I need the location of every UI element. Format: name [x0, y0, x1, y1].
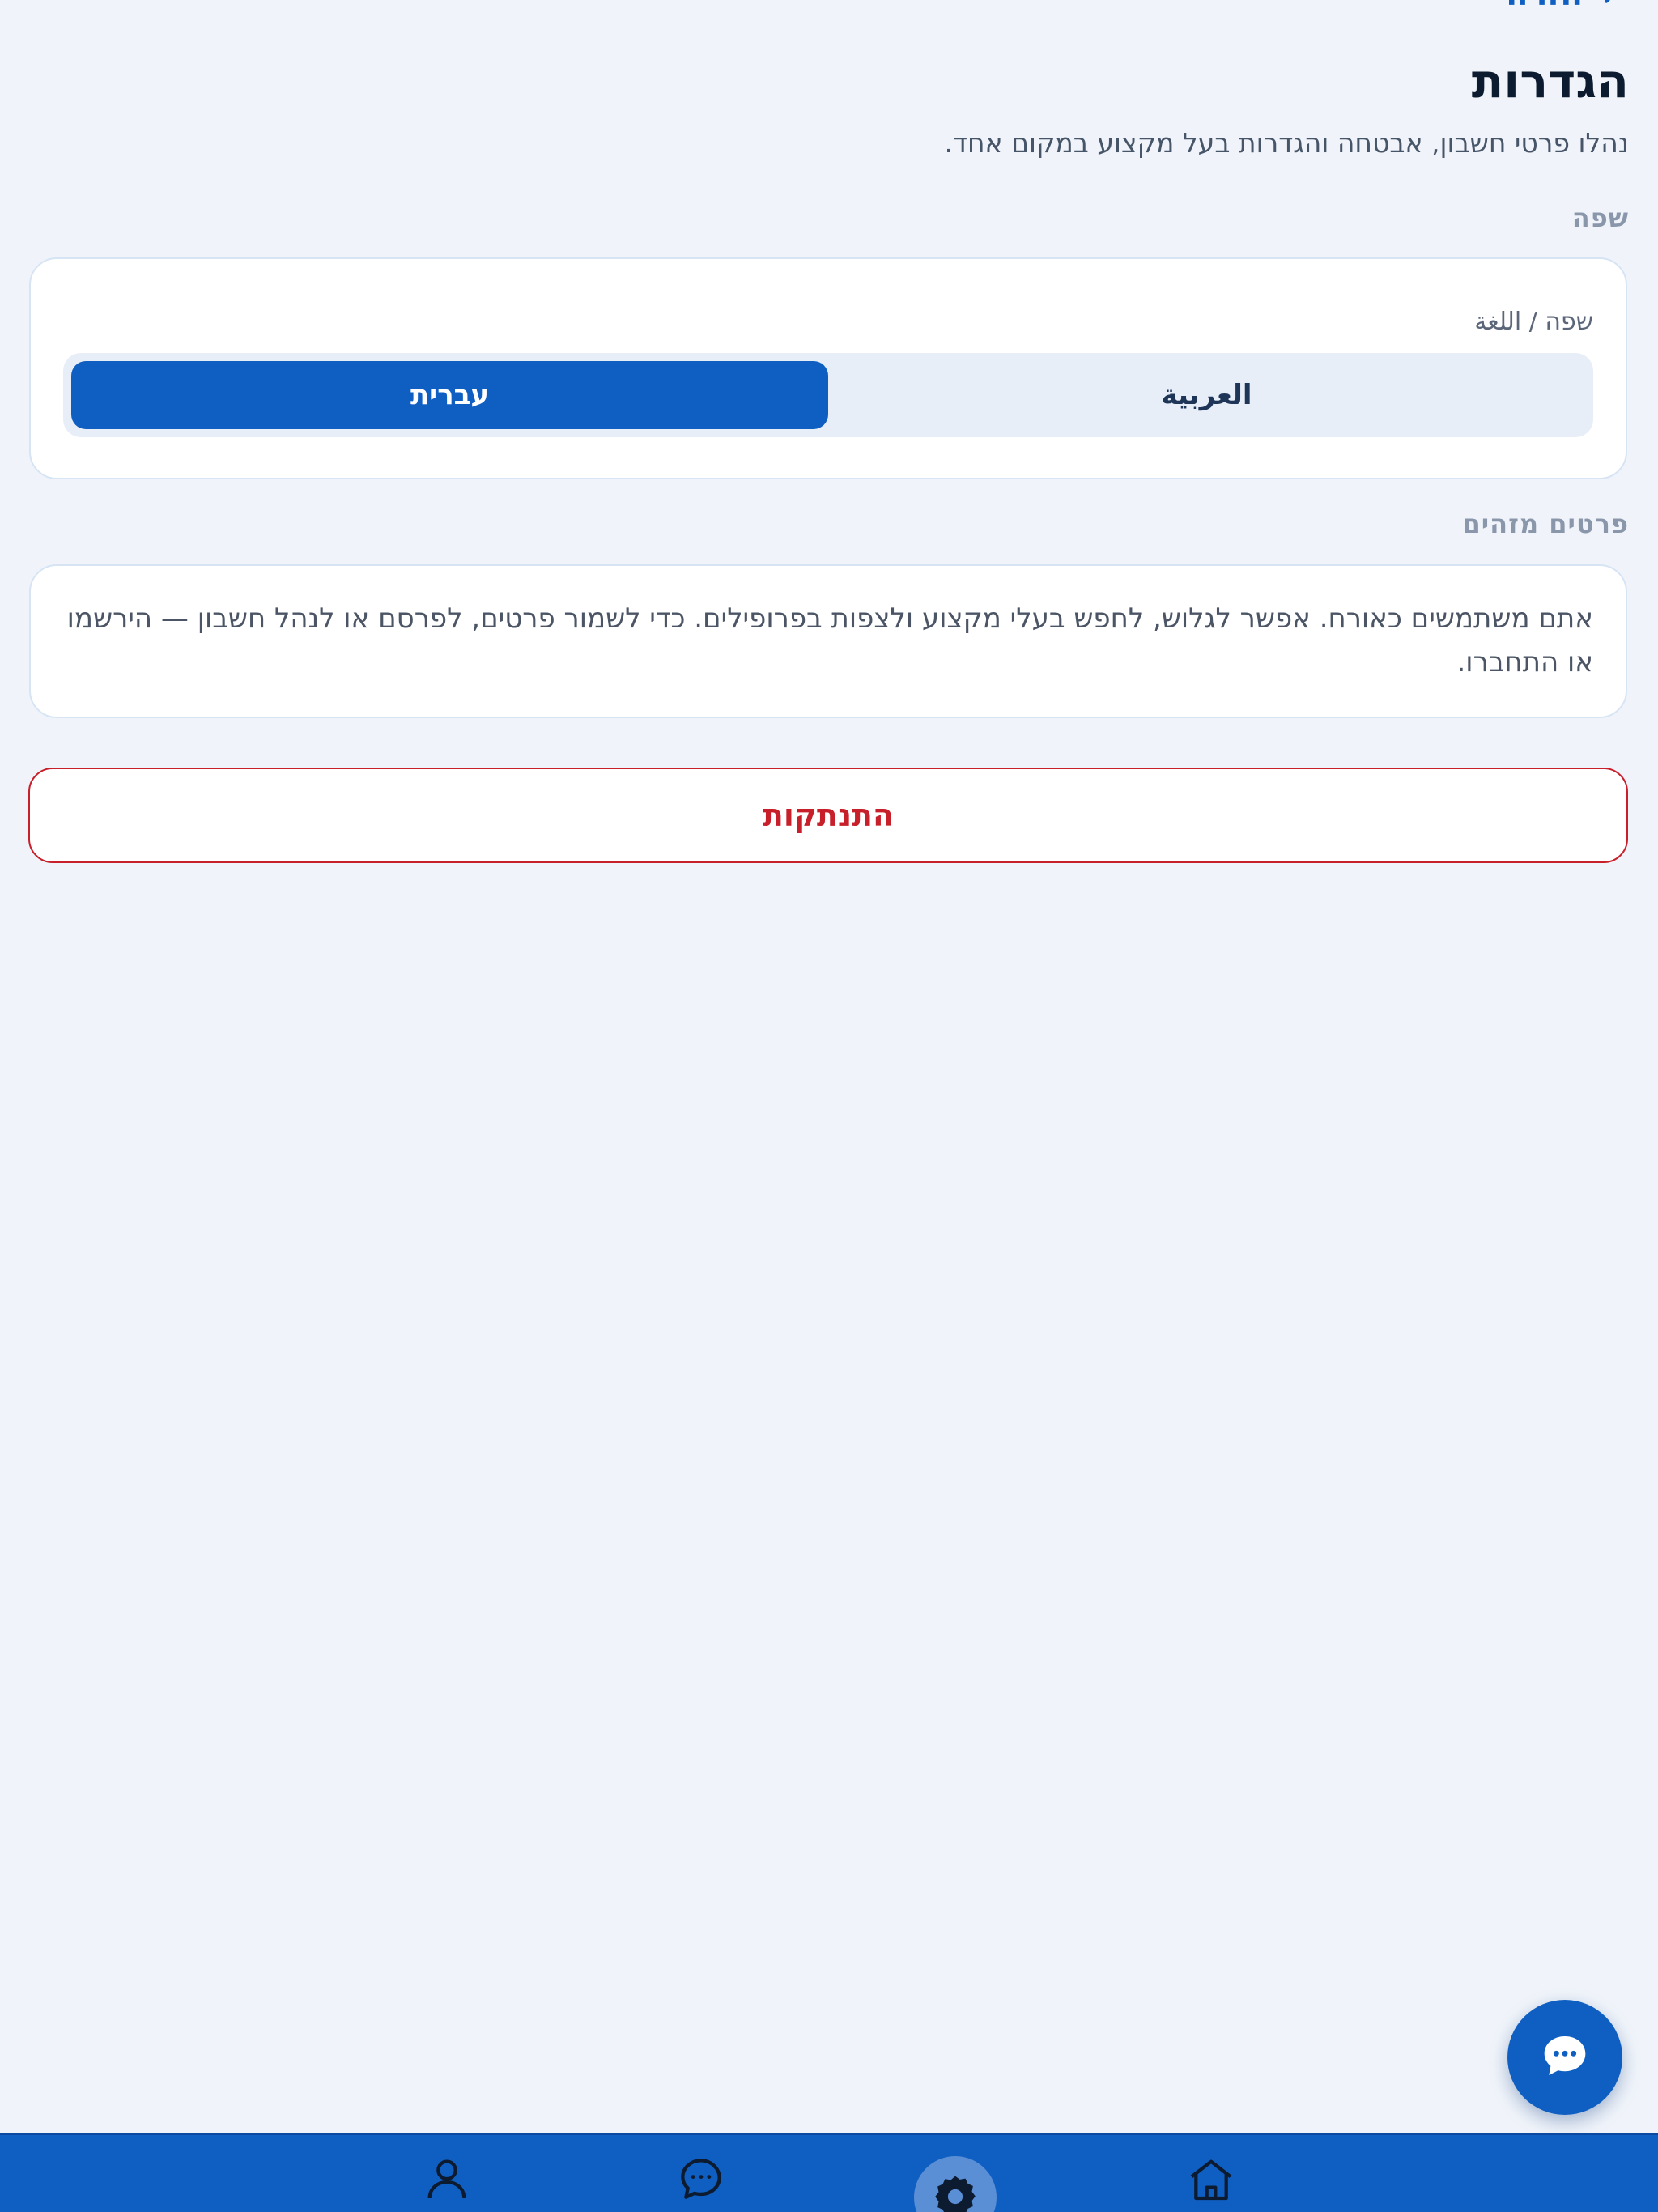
- guest-notice-text: אתם משתמשים כאורח. אפשר לגלוש, לחפש בעלי…: [66, 602, 1593, 678]
- home-icon: [1185, 2153, 1237, 2208]
- language-card: שפה / اللغة עברית العربية: [29, 257, 1627, 479]
- gear-icon: [929, 2156, 981, 2212]
- chat-bubble-icon: [1539, 2030, 1591, 2085]
- language-option-hebrew[interactable]: עברית: [71, 361, 828, 429]
- language-toggle: עברית العربية: [63, 353, 1593, 437]
- nav-home[interactable]: [1180, 2153, 1242, 2212]
- nav-settings[interactable]: [914, 2156, 997, 2212]
- back-link[interactable]: חזרה: [1506, 0, 1630, 13]
- language-option-arabic[interactable]: العربية: [828, 361, 1585, 429]
- nav-profile[interactable]: [416, 2153, 478, 2212]
- chat-icon: [675, 2153, 727, 2208]
- identity-section-heading: פרטים מזהים: [1462, 508, 1629, 539]
- chat-fab-button[interactable]: [1507, 2000, 1622, 2115]
- nav-chat[interactable]: [670, 2153, 732, 2212]
- identity-card: אתם משתמשים כאורח. אפשר לגלוש, לחפש בעלי…: [29, 564, 1627, 718]
- user-icon: [421, 2153, 473, 2208]
- language-field-label: שפה / اللغة: [1474, 308, 1593, 336]
- back-label: חזרה: [1506, 0, 1583, 13]
- settings-page: חזרה הגדרות נהלו פרטי חשבון, אבטחה והגדר…: [0, 0, 1658, 2212]
- language-section-heading: שפה: [1571, 202, 1629, 233]
- bottom-nav: [0, 2133, 1658, 2212]
- page-title: הגדרות: [1471, 53, 1629, 108]
- logout-button[interactable]: התנתקות: [28, 768, 1628, 863]
- back-chevron-icon: [1592, 0, 1630, 17]
- page-subtitle: נהלו פרטי חשבון, אבטחה והגדרות בעל מקצוע…: [944, 127, 1629, 159]
